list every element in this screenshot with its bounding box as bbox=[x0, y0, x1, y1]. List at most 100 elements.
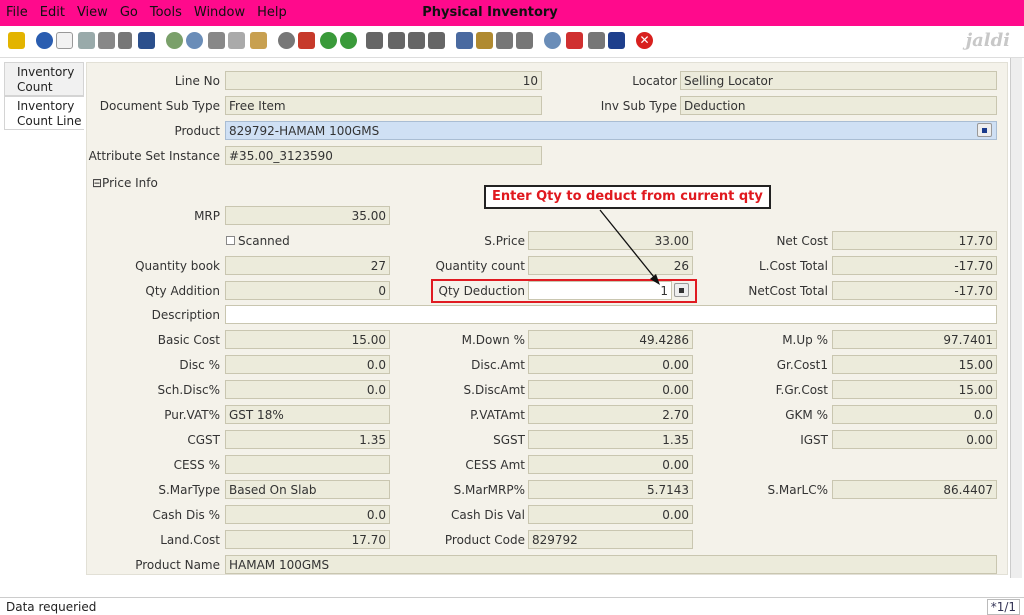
s-mar-mrp-field[interactable]: 5.7143 bbox=[528, 480, 693, 499]
copy-icon[interactable] bbox=[78, 32, 95, 49]
cut-icon[interactable] bbox=[118, 32, 132, 49]
disc-amt-label: Disc.Amt bbox=[471, 358, 525, 372]
print-preview-icon[interactable] bbox=[516, 32, 533, 49]
close-icon[interactable]: ✕ bbox=[636, 32, 653, 49]
land-cost-label: Land.Cost bbox=[160, 533, 220, 547]
window-title: Physical Inventory bbox=[422, 5, 558, 20]
cgst-label: CGST bbox=[187, 433, 220, 447]
home-icon[interactable] bbox=[298, 32, 315, 49]
igst-label: IGST bbox=[800, 433, 828, 447]
mrp-label: MRP bbox=[194, 209, 220, 223]
m-down-label: M.Down % bbox=[461, 333, 525, 347]
zoom-icon[interactable] bbox=[544, 32, 561, 49]
previous-record-icon[interactable] bbox=[388, 32, 405, 49]
igst-field[interactable]: 0.00 bbox=[832, 430, 997, 449]
product-lookup-button[interactable] bbox=[977, 123, 992, 137]
quantity-count-field[interactable]: 26 bbox=[528, 256, 693, 275]
workflow-icon[interactable] bbox=[566, 32, 583, 49]
product-name-field[interactable]: HAMAM 100GMS bbox=[225, 555, 997, 574]
tab-inventory-count-line[interactable]: Inventory Count Line bbox=[4, 96, 84, 130]
netcost-total-field[interactable]: -17.70 bbox=[832, 281, 997, 300]
disc-amt-field[interactable]: 0.00 bbox=[528, 355, 693, 374]
back-icon[interactable] bbox=[320, 32, 337, 49]
price-info-section[interactable]: ⊟Price Info bbox=[92, 176, 158, 190]
locator-field[interactable]: Selling Locator bbox=[680, 71, 997, 90]
gr-cost1-field[interactable]: 15.00 bbox=[832, 355, 997, 374]
first-record-icon[interactable] bbox=[366, 32, 383, 49]
undo-icon[interactable] bbox=[8, 32, 25, 49]
request-icon[interactable] bbox=[588, 32, 605, 49]
s-mar-type-field[interactable]: Based On Slab bbox=[225, 480, 390, 499]
history-icon[interactable] bbox=[250, 32, 267, 49]
save-icon[interactable] bbox=[138, 32, 155, 49]
net-cost-field[interactable]: 17.70 bbox=[832, 231, 997, 250]
f-gr-cost-label: F.Gr.Cost bbox=[775, 383, 828, 397]
report-icon[interactable] bbox=[278, 32, 295, 49]
inv-sub-type-label: Inv Sub Type bbox=[600, 99, 677, 113]
disc-label: Disc % bbox=[179, 358, 220, 372]
sgst-label: SGST bbox=[493, 433, 525, 447]
qty-addition-field[interactable]: 0 bbox=[225, 281, 390, 300]
f-gr-cost-field[interactable]: 15.00 bbox=[832, 380, 997, 399]
product-field[interactable]: 829792-HAMAM 100GMS bbox=[225, 121, 997, 140]
sch-disc-field[interactable]: 0.0 bbox=[225, 380, 390, 399]
annotation-callout: Enter Qty to deduct from current qty bbox=[484, 185, 771, 209]
help-icon[interactable] bbox=[36, 32, 53, 49]
disc-field[interactable]: 0.0 bbox=[225, 355, 390, 374]
line-no-field[interactable]: 10 bbox=[225, 71, 542, 90]
basic-cost-field[interactable]: 15.00 bbox=[225, 330, 390, 349]
cgst-field[interactable]: 1.35 bbox=[225, 430, 390, 449]
new-record-icon[interactable] bbox=[56, 32, 73, 49]
next-record-icon[interactable] bbox=[408, 32, 425, 49]
attribute-set-field[interactable]: #35.00_3123590 bbox=[225, 146, 542, 165]
vertical-scrollbar[interactable] bbox=[1010, 58, 1022, 578]
locator-label: Locator bbox=[632, 74, 677, 88]
description-field[interactable] bbox=[225, 305, 997, 324]
app-logo: jaldi bbox=[965, 30, 1010, 51]
quantity-book-field[interactable]: 27 bbox=[225, 256, 390, 275]
qty-deduction-calculator-button[interactable] bbox=[674, 283, 689, 297]
s-price-field[interactable]: 33.00 bbox=[528, 231, 693, 250]
record-indicator[interactable]: *1/1 bbox=[986, 599, 1020, 615]
tab-inventory-count[interactable]: Inventory Count bbox=[4, 62, 84, 96]
lcost-total-field[interactable]: -17.70 bbox=[832, 256, 997, 275]
mrp-field[interactable]: 35.00 bbox=[225, 206, 390, 225]
pur-vat-field[interactable]: GST 18% bbox=[225, 405, 390, 424]
cess-field[interactable] bbox=[225, 455, 390, 474]
print-icon[interactable] bbox=[496, 32, 513, 49]
qty-deduction-field[interactable]: 1 bbox=[528, 281, 672, 300]
delete-icon[interactable] bbox=[98, 32, 115, 49]
sgst-field[interactable]: 1.35 bbox=[528, 430, 693, 449]
product-code-field[interactable]: 829792 bbox=[528, 530, 693, 549]
m-down-field[interactable]: 49.4286 bbox=[528, 330, 693, 349]
document-sub-type-label: Document Sub Type bbox=[99, 99, 220, 113]
gkm-field[interactable]: 0.0 bbox=[832, 405, 997, 424]
forward-icon[interactable] bbox=[340, 32, 357, 49]
find-icon[interactable] bbox=[186, 32, 203, 49]
m-up-field[interactable]: 97.7401 bbox=[832, 330, 997, 349]
document-sub-type-field[interactable]: Free Item bbox=[225, 96, 542, 115]
detail-icon[interactable] bbox=[456, 32, 473, 49]
inv-sub-type-field[interactable]: Deduction bbox=[680, 96, 997, 115]
chat-icon[interactable] bbox=[228, 32, 245, 49]
netcost-total-label: NetCost Total bbox=[748, 284, 828, 298]
basic-cost-label: Basic Cost bbox=[157, 333, 220, 347]
scanned-checkbox[interactable] bbox=[226, 236, 235, 245]
description-label: Description bbox=[151, 308, 220, 322]
net-cost-label: Net Cost bbox=[776, 234, 828, 248]
scanned-label: Scanned bbox=[238, 234, 290, 248]
cash-dis-val-field[interactable]: 0.00 bbox=[528, 505, 693, 524]
refresh-icon[interactable] bbox=[166, 32, 183, 49]
attachment-icon[interactable] bbox=[208, 32, 225, 49]
archive-icon[interactable] bbox=[476, 32, 493, 49]
cess-amt-field[interactable]: 0.00 bbox=[528, 455, 693, 474]
land-cost-field[interactable]: 17.70 bbox=[225, 530, 390, 549]
qty-addition-label: Qty Addition bbox=[145, 284, 220, 298]
cash-dis-field[interactable]: 0.0 bbox=[225, 505, 390, 524]
last-record-icon[interactable] bbox=[428, 32, 445, 49]
product-info-icon[interactable] bbox=[608, 32, 625, 49]
p-vat-amt-field[interactable]: 2.70 bbox=[528, 405, 693, 424]
attribute-set-label: Attribute Set Instance bbox=[88, 149, 220, 163]
s-mar-lc-field[interactable]: 86.4407 bbox=[832, 480, 997, 499]
s-disc-amt-field[interactable]: 0.00 bbox=[528, 380, 693, 399]
